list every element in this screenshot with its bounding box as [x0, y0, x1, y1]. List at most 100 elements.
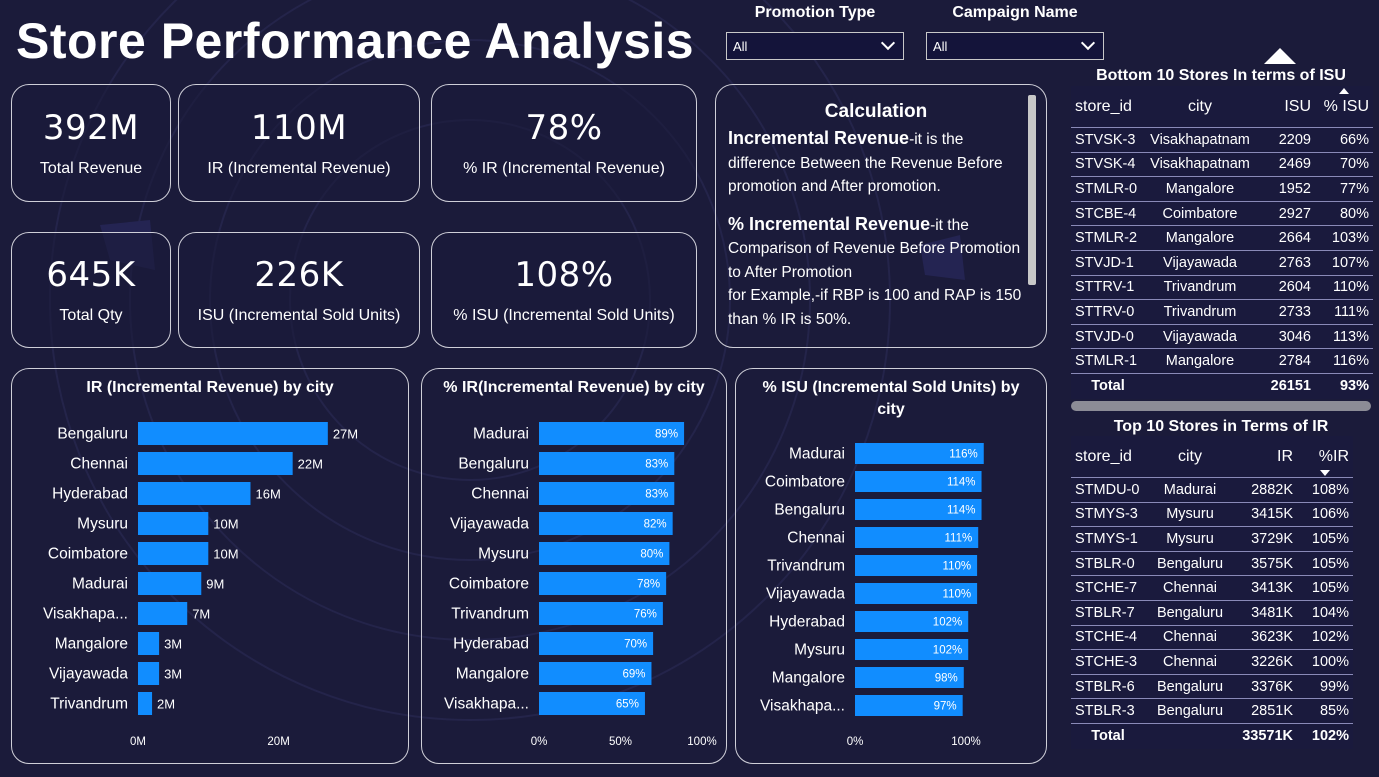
chart-plot: Madurai 116% Coimbatore 114% Bengaluru 114% Ch…: [760, 443, 984, 748]
column-header[interactable]: city: [1145, 98, 1255, 116]
column-header[interactable]: %IR: [1297, 447, 1353, 476]
data-label: 65%: [616, 699, 639, 711]
table-row[interactable]: STBLR-6 Bengaluru 3376K 99%: [1071, 675, 1353, 700]
table-header-row: store_id city IR %IR: [1071, 436, 1353, 478]
data-label: 110%: [943, 561, 972, 573]
table-cell: 3575K: [1251, 555, 1293, 572]
table-total-row: Total 26151 93%: [1071, 374, 1373, 399]
table-cell: Visakhapatnam: [1150, 156, 1250, 173]
table-row[interactable]: STMLR-2 Mangalore 2664 103%: [1071, 226, 1373, 251]
column-header-label: ISU: [1284, 97, 1311, 115]
category-label: Vijayawada: [49, 666, 128, 683]
data-label: 3M: [164, 667, 182, 682]
table-row[interactable]: STBLR-7 Bengaluru 3481K 104%: [1071, 601, 1353, 626]
table-cell: 111%: [1334, 303, 1369, 320]
table-cell: 2927: [1278, 205, 1311, 222]
table-row[interactable]: STBLR-0 Bengaluru 3575K 105%: [1071, 552, 1353, 577]
chevron-down-icon: [880, 35, 896, 51]
data-label: 9M: [206, 577, 224, 592]
promotion-type-dropdown[interactable]: All: [726, 32, 904, 60]
calculation-scrollbar[interactable]: [1028, 95, 1036, 285]
kpi-value: 645K: [46, 255, 136, 295]
table-row[interactable]: STMLR-0 Mangalore 1952 77%: [1071, 177, 1373, 202]
table-row[interactable]: STMYS-1 Mysuru 3729K 105%: [1071, 527, 1353, 552]
kpi-value: 110M: [250, 108, 348, 148]
column-header[interactable]: store_id: [1071, 98, 1145, 116]
category-label: Madurai: [473, 426, 529, 443]
kpi-value: 226K: [254, 255, 344, 295]
x-tick-label: 20M: [267, 736, 289, 748]
table-row[interactable]: STTRV-0 Trivandrum 2733 111%: [1071, 300, 1373, 325]
category-label: Hyderabad: [769, 614, 845, 631]
category-label: Visakhapa...: [43, 606, 128, 623]
table-cell: STBLR-0: [1075, 555, 1135, 572]
column-header[interactable]: IR: [1235, 448, 1297, 466]
data-label: 10M: [213, 517, 238, 532]
table-row[interactable]: STCHE-3 Chennai 3226K 100%: [1071, 650, 1353, 675]
data-label: 22M: [298, 457, 323, 472]
x-tick-label: 0%: [847, 736, 864, 748]
table-row[interactable]: STCHE-4 Chennai 3623K 102%: [1071, 626, 1353, 651]
column-header-label: %IR: [1318, 447, 1349, 465]
table-total-row: Total 33571K 102%: [1071, 724, 1353, 749]
table-row[interactable]: STMLR-1 Mangalore 2784 116%: [1071, 349, 1373, 374]
table-row[interactable]: STMYS-3 Mysuru 3415K 106%: [1071, 503, 1353, 528]
table-cell: Bengaluru: [1156, 703, 1224, 720]
table-row[interactable]: STVJD-0 Vijayawada 3046 113%: [1071, 325, 1373, 350]
table-horizontal-scrollbar[interactable]: [1071, 401, 1371, 411]
table-cell: 3623K: [1251, 629, 1293, 646]
table-cell: 105%: [1311, 555, 1349, 572]
column-header[interactable]: % ISU: [1315, 87, 1373, 116]
bar: [138, 512, 209, 535]
table-cell: 33571K: [1242, 728, 1293, 745]
table-row[interactable]: STCBE-4 Coimbatore 2927 80%: [1071, 202, 1373, 227]
column-header-label: store_id: [1075, 97, 1132, 115]
kpi-label: % IR (Incremental Revenue): [463, 160, 665, 177]
bar: [138, 632, 160, 655]
table-cell: Bengaluru: [1156, 555, 1224, 572]
table-cell: 102%: [1311, 728, 1349, 745]
category-label: Mysuru: [794, 642, 845, 659]
category-label: Visakhapa...: [444, 696, 529, 713]
kpi-label: Total Revenue: [39, 160, 143, 177]
pct-isu-by-city-chart: % ISU (Incremental Sold Units) by city M…: [735, 368, 1047, 764]
table-cell: 2882K: [1251, 481, 1293, 498]
top-stores-table: store_id city IR %IR STMDU-0 Madurai 2882K 108%…: [1071, 436, 1353, 749]
table-cell: 104%: [1311, 604, 1349, 621]
table-row[interactable]: STTRV-1 Trivandrum 2604 110%: [1071, 276, 1373, 301]
table-cell: 99%: [1319, 678, 1349, 695]
campaign-name-dropdown[interactable]: All: [926, 32, 1104, 60]
table-header-row: store_id city ISU % ISU: [1071, 86, 1373, 128]
table-cell: STMLR-0: [1075, 180, 1138, 197]
column-header[interactable]: ISU: [1255, 98, 1315, 116]
table-row[interactable]: STVSK-4 Visakhapatnam 2469 70%: [1071, 153, 1373, 178]
example-text: for Example,-if RBP is 100 and RAP is 15…: [728, 287, 1022, 328]
kpi-card-total-qty: 645K Total Qty: [11, 232, 171, 348]
table-cell: STTRV-0: [1075, 303, 1135, 320]
table-cell: STMYS-3: [1075, 506, 1138, 523]
table-cell: 93%: [1339, 378, 1369, 395]
table-row[interactable]: STBLR-3 Bengaluru 2851K 85%: [1071, 699, 1353, 724]
calculation-title: Calculation: [824, 101, 928, 122]
table-row[interactable]: STVSK-3 Visakhapatnam 2209 66%: [1071, 128, 1373, 153]
table-cell: 80%: [1339, 205, 1369, 222]
data-label: 16M: [255, 487, 280, 502]
table-cell: 110%: [1332, 279, 1369, 296]
category-label: Mysuru: [478, 546, 529, 563]
category-label: Coimbatore: [765, 474, 845, 491]
table-row[interactable]: STCHE-7 Chennai 3413K 105%: [1071, 576, 1353, 601]
table-row[interactable]: STMDU-0 Madurai 2882K 108%: [1071, 478, 1353, 503]
category-label: Bengaluru: [774, 502, 845, 519]
table-row[interactable]: STVJD-1 Vijayawada 2763 107%: [1071, 251, 1373, 276]
table-cell: 26151: [1270, 378, 1311, 395]
bottom-table-title: Bottom 10 Stores In terms of ISU: [1096, 67, 1346, 84]
table-cell: 3226K: [1251, 653, 1293, 670]
data-label: 114%: [947, 477, 976, 489]
column-header[interactable]: store_id: [1071, 448, 1145, 466]
column-header-label: % ISU: [1323, 97, 1369, 115]
table-cell: STMLR-1: [1075, 353, 1138, 370]
column-header[interactable]: city: [1145, 448, 1235, 466]
table-cell: 1952: [1278, 180, 1311, 197]
ir-heading: Incremental Revenue: [728, 128, 910, 148]
top-table-title: Top 10 Stores in Terms of IR: [1113, 418, 1329, 435]
